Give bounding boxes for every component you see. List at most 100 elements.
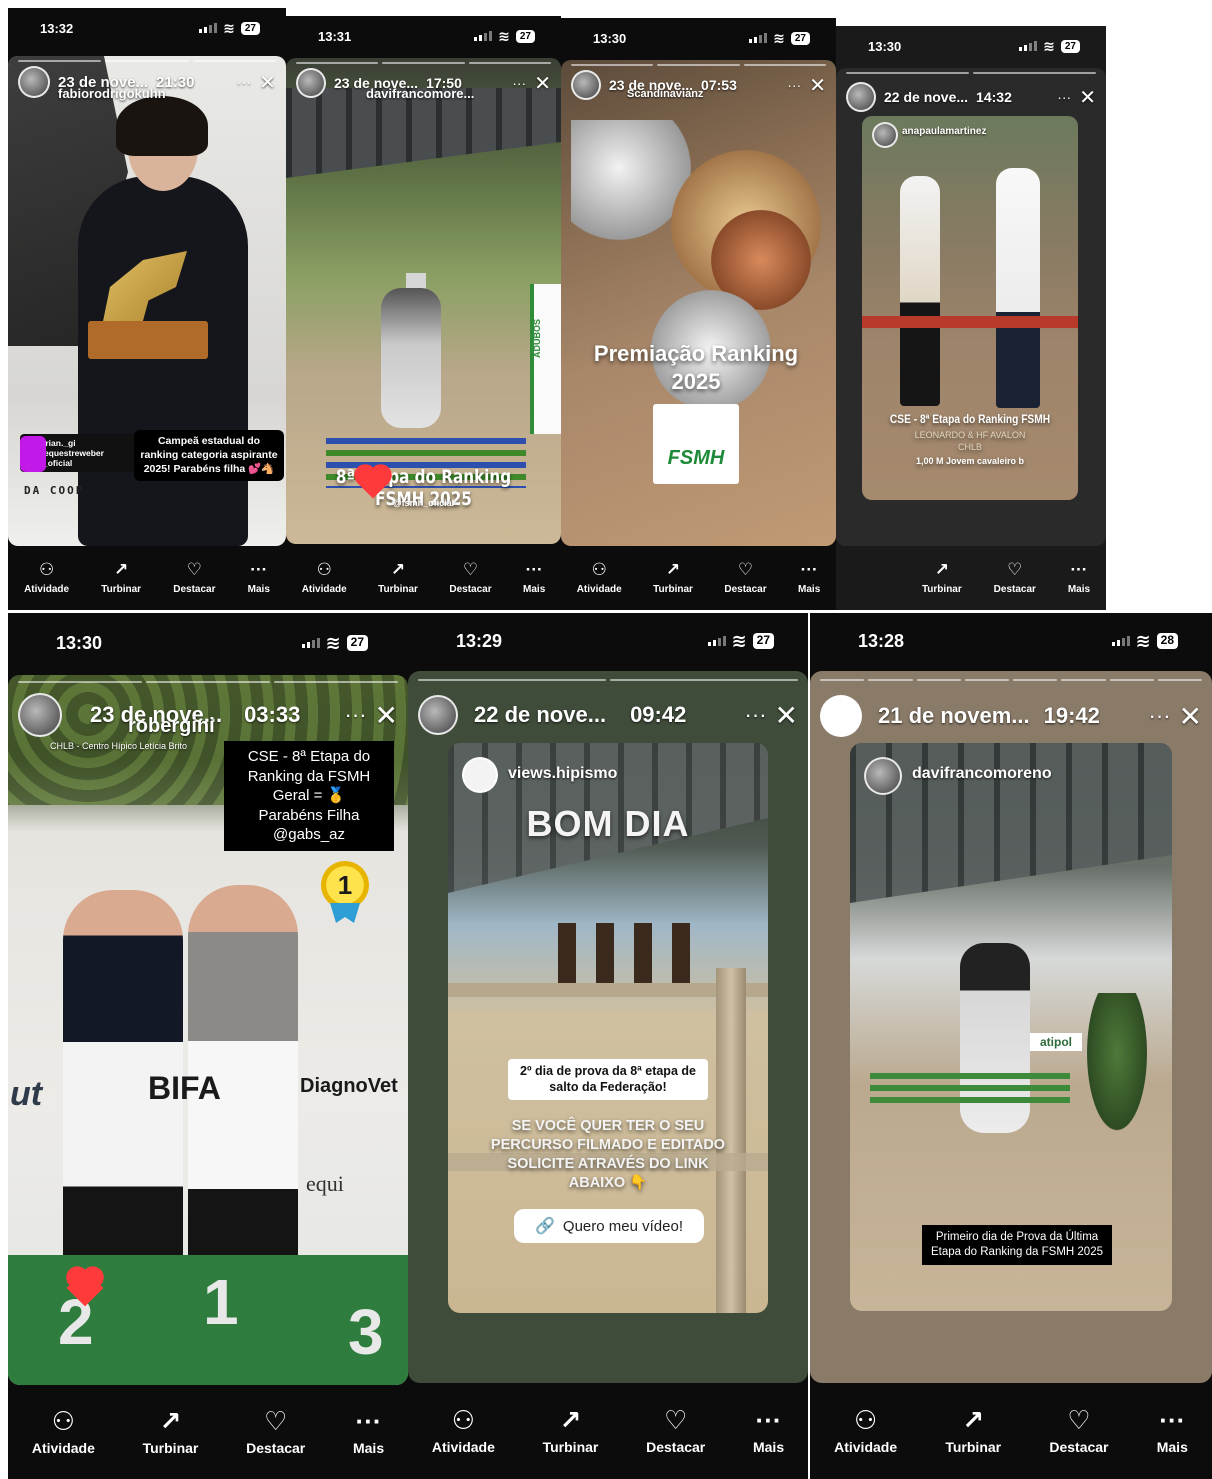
podium-number-3: 3 xyxy=(348,1296,384,1368)
story-progress xyxy=(571,64,826,66)
more-options-icon[interactable]: ··· xyxy=(787,77,801,93)
close-icon[interactable]: ✕ xyxy=(1079,85,1096,110)
wifi-icon: ≋ xyxy=(1135,631,1151,651)
highlight-button[interactable]: ♡ Destacar xyxy=(1049,1407,1108,1455)
more-options-icon[interactable]: ··· xyxy=(345,702,367,728)
boost-button[interactable]: ↗ Turbinar xyxy=(143,1408,199,1456)
story-username[interactable]: Scandinavianz xyxy=(627,88,703,100)
signal-icon xyxy=(749,33,768,43)
activity-button[interactable]: ⚇ Atividade xyxy=(834,1407,897,1455)
avatar[interactable] xyxy=(846,82,876,112)
highlight-button[interactable]: ♡ Destacar xyxy=(173,561,215,595)
highlight-button[interactable]: ♡ Destacar xyxy=(724,561,766,595)
battery-icon: 27 xyxy=(790,31,810,45)
activity-button[interactable]: ⚇ Atividade xyxy=(577,561,622,595)
status-bar: 13:31 ≋ 27 xyxy=(286,16,561,56)
boost-button[interactable]: ↗ Turbinar xyxy=(378,561,418,595)
close-icon[interactable]: ✕ xyxy=(809,73,826,98)
story-progress xyxy=(820,679,1202,681)
arena-roof xyxy=(286,88,561,178)
highlight-button[interactable]: ♡ Destacar xyxy=(449,561,491,595)
avatar[interactable] xyxy=(571,70,601,100)
story-time: 09:42 xyxy=(630,702,687,727)
story-username[interactable]: fabiorodrigokuhn xyxy=(58,86,166,101)
highlight-button[interactable]: ♡ Destacar xyxy=(994,561,1036,595)
medal-ribbon xyxy=(330,903,360,923)
activity-button[interactable]: ⚇ Atividade xyxy=(24,561,69,595)
trend-up-icon: ↗ xyxy=(962,1405,985,1435)
story-frame: 23 de nove... 07:53 ··· ✕ Scandinavianz … xyxy=(561,60,836,546)
more-button[interactable]: ··· Mais xyxy=(353,1408,384,1456)
repost-avatar[interactable] xyxy=(872,122,898,148)
avatar[interactable] xyxy=(18,66,50,98)
trend-up-icon: ↗ xyxy=(390,560,406,579)
screenshot-1: 13:32 ≋ 27 23 de nove... 21:30 ··· ✕ fabi… xyxy=(8,8,286,610)
avatar[interactable] xyxy=(820,695,862,737)
repost-username[interactable]: views.hipismo xyxy=(508,765,617,783)
story-date: 22 de nove... xyxy=(884,89,969,105)
wifi-icon: ≋ xyxy=(325,633,341,653)
boost-button[interactable]: ↗ Turbinar xyxy=(101,561,141,595)
more-button[interactable]: ··· Mais xyxy=(1157,1407,1188,1455)
more-options-icon[interactable]: ··· xyxy=(1057,89,1071,105)
story-progress xyxy=(18,681,398,683)
activity-icon: ⚇ xyxy=(316,560,332,579)
repost-username[interactable]: davifrancomoreno xyxy=(912,765,1052,783)
story-header: 21 de novem... 19:42 ··· ✕ xyxy=(820,695,1202,737)
close-icon[interactable]: ✕ xyxy=(1179,700,1202,733)
repost-avatar[interactable] xyxy=(864,757,902,795)
trend-up-icon: ↗ xyxy=(114,560,129,579)
rider-left xyxy=(900,176,940,406)
repost-avatar[interactable] xyxy=(462,757,498,793)
activity-button[interactable]: ⚇ Atividade xyxy=(32,1408,95,1456)
more-options-icon[interactable]: ··· xyxy=(1149,703,1171,729)
avatar[interactable] xyxy=(418,695,458,735)
highlight-button[interactable]: ♡ Destacar xyxy=(246,1408,305,1456)
more-button[interactable]: ··· Mais xyxy=(753,1407,784,1455)
sponsor-equi: equi xyxy=(306,1171,344,1196)
boost-button[interactable]: ↗ Turbinar xyxy=(653,561,693,595)
link-sticker[interactable]: 🔗 Quero meu vídeo! xyxy=(514,1209,704,1243)
repost-username[interactable]: anapaulamartinez xyxy=(902,126,986,137)
activity-button[interactable]: ⚇ Atividade xyxy=(302,561,347,595)
boost-button[interactable]: ↗ Turbinar xyxy=(922,561,962,595)
more-button[interactable]: ··· Mais xyxy=(248,561,270,595)
more-button[interactable]: ··· Mais xyxy=(1068,561,1090,595)
boost-button[interactable]: ↗ Turbinar xyxy=(543,1407,599,1455)
action-bar: ⚇ Atividade ↗ Turbinar ♡ Destacar ··· Mais xyxy=(408,1383,808,1479)
more-options-icon[interactable]: ··· xyxy=(512,75,526,91)
activity-button[interactable]: ⚇ Atividade xyxy=(432,1407,495,1455)
story-username[interactable]: robergini xyxy=(128,715,215,738)
story-progress xyxy=(418,679,798,681)
caption-subtitle: LEONARDO & HF AVALON xyxy=(914,430,1026,440)
more-options-icon[interactable]: ··· xyxy=(745,702,767,728)
story-headline: BOM DIA xyxy=(526,803,690,844)
close-icon[interactable]: ✕ xyxy=(259,70,276,95)
story-header: 22 de nove... 09:42 ··· ✕ xyxy=(418,695,798,735)
rider-jacket xyxy=(78,176,248,546)
more-options-icon[interactable]: ··· xyxy=(236,74,251,91)
battery-icon: 27 xyxy=(1060,39,1080,53)
story-location[interactable]: CHLB - Centro Hípico Letícia Brito xyxy=(50,741,187,751)
close-icon[interactable]: ✕ xyxy=(534,71,551,96)
trend-up-icon: ↗ xyxy=(159,1406,182,1436)
story-caption: CSE - 8ª Etapa do Ranking da FSMH Geral … xyxy=(224,741,394,851)
avatar[interactable] xyxy=(18,693,62,737)
sponsor-text: DA COOP xyxy=(24,484,85,497)
screenshot-4: 13:30 ≋ 27 22 de nove... 14:32 ··· ✕ anap… xyxy=(836,26,1106,610)
sponsor-ut: ut xyxy=(10,1075,43,1113)
jump-rails xyxy=(862,316,1078,328)
activity-icon: ⚇ xyxy=(451,1405,476,1435)
battery-icon: 27 xyxy=(240,21,260,35)
boost-button[interactable]: ↗ Turbinar xyxy=(945,1407,1001,1455)
more-button[interactable]: ··· Mais xyxy=(523,561,545,595)
avatar[interactable] xyxy=(296,68,326,98)
close-icon[interactable]: ✕ xyxy=(775,699,798,732)
close-icon[interactable]: ✕ xyxy=(375,699,398,732)
ellipsis-icon: ··· xyxy=(1159,1405,1186,1435)
ellipsis-icon: ··· xyxy=(250,560,268,579)
story-username[interactable]: davifrancomore... xyxy=(366,86,474,101)
more-button[interactable]: ··· Mais xyxy=(798,561,820,595)
screenshot-6: 13:29 ≋ 27 22 de nove... 09:42 ··· ✕ view… xyxy=(408,613,808,1479)
highlight-button[interactable]: ♡ Destacar xyxy=(646,1407,705,1455)
